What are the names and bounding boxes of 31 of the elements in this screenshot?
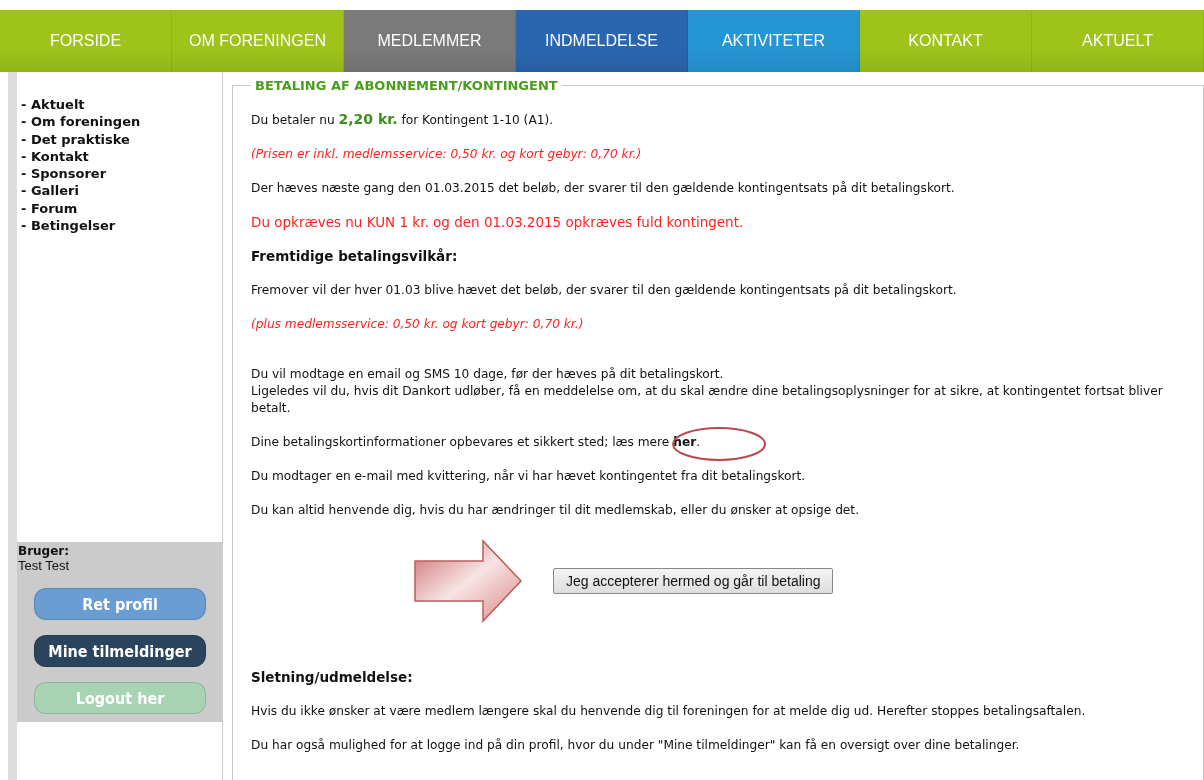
sidebar-link[interactable]: - Forum — [21, 199, 222, 218]
user-name: Test Test — [18, 558, 71, 573]
paragraph-text: Du vil modtage en email og SMS 10 dage, før der hæves på dit betalingskort. Ligeledes vil du, hvis dit Dankort udløber, få en meddelelse om, at du skal ændre dine betalingsoplysninger for at sikre, at kontingentet fortsat bliver betalt. — [251, 366, 1164, 417]
paragraph-text: Du kan altid henvende dig, hvis du har ændringer til dit medlemskab, eller du ønsker at opsige det. — [251, 502, 861, 519]
sidebar-link[interactable]: - Sponsorer — [21, 165, 222, 183]
arrow-icon — [413, 539, 523, 623]
user-label: Bruger: — [18, 544, 71, 558]
sidebar-link[interactable]: - Galleri — [21, 182, 222, 200]
section-title: BETALING AF ABONNEMENT/KONTINGENT — [254, 78, 559, 93]
sidebar-link[interactable]: - Om foreningen — [21, 113, 222, 131]
paragraph-text: Der hæves næste gang den 01.03.2015 det beløb, der svarer til den gældende kontingentsats på dit betalingskort. — [251, 180, 956, 197]
paragraph-text: (plus medlemsservice: 0,50 kr. og kort gebyr: 0,70 kr.) — [251, 316, 585, 333]
paragraph-text: (Prisen er inkl. medlemsservice: 0,50 kr. og kort gebyr: 0,70 kr.) — [251, 146, 643, 163]
sidebar-link[interactable]: - Det praktiske — [21, 130, 222, 148]
paragraph-text: Dine betalingskortinformationer opbevares et sikkert sted; læs mere her. — [251, 434, 1193, 451]
paragraph-text: Du har også mulighed for at logge ind på din profil, hvor du under "Mine tilmeldinger" kan få en oversigt over dine betalinger. — [251, 737, 1021, 754]
here-link[interactable]: her — [673, 435, 697, 449]
nav-tab[interactable]: MEDLEMMER — [344, 10, 516, 72]
accept-button[interactable]: Jeg accepterer hermed og går til betaling — [553, 568, 834, 594]
section-heading: Fremtidige betalingsvilkår: — [251, 248, 459, 265]
paragraph-text: Fremover vil der hver 01.03 blive hævet det beløb, der svarer til den gældende kontingentsats på dit betalingskort. — [251, 282, 958, 299]
section-heading: Sletning/udmeldelse: — [251, 669, 414, 686]
profile-button[interactable]: Mine tilmeldinger — [34, 635, 206, 667]
sidebar-link[interactable]: - Aktuelt — [21, 96, 222, 114]
sidebar-link[interactable]: - Kontakt — [21, 147, 222, 166]
paragraph-text: Du modtager en e-mail med kvittering, når vi har hævet kontingentet fra dit betalingskort. — [251, 468, 807, 485]
nav-tab[interactable]: INDMELDELSE — [516, 10, 688, 72]
paragraph-text: Du opkræves nu KUN 1 kr. og den 01.03.2015 opkræves fuld kontingent. — [251, 214, 745, 231]
sidebar-link[interactable]: - Betingelser — [21, 217, 222, 235]
paragraph-text: Hvis du ikke ønsker at være medlem længere skal du henvende dig til foreningen for at melde dig ud. Herefter stoppes betalingsaftalen. — [251, 703, 1087, 720]
paragraph-text: Du betaler nu 2,20 kr. for Kontingent 1-10 (A1). — [251, 111, 555, 129]
